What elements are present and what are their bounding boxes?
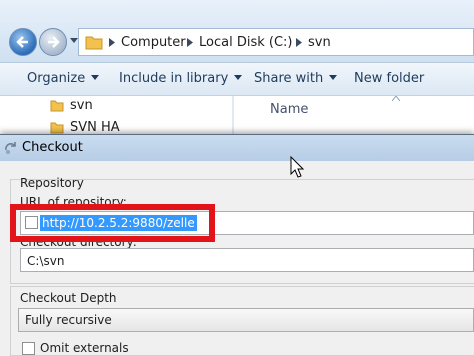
new-folder-button[interactable]: New folder [354, 71, 424, 86]
nav-item-label: svn [70, 98, 93, 113]
breadcrumb-separator-icon [109, 38, 115, 47]
breadcrumb-svn[interactable]: svn [308, 35, 331, 50]
repository-group-label: Repository [20, 176, 84, 190]
svn-checkout-icon [5, 142, 16, 154]
explorer-toolbar: Organize Include in library Share with N… [0, 63, 474, 96]
organize-button[interactable]: Organize [27, 71, 100, 86]
dialog-title: Checkout [22, 140, 83, 155]
breadcrumb-separator-icon [296, 38, 302, 47]
address-bar-area: Computer Local Disk (C:) svn [0, 0, 474, 63]
checkout-directory-value: C:\svn [27, 254, 65, 268]
sort-ascending-icon [392, 96, 400, 101]
omit-externals-checkbox[interactable] [22, 342, 35, 355]
chevron-down-icon [91, 75, 100, 80]
breadcrumb-computer[interactable]: Computer [121, 35, 186, 50]
forward-arrow-icon [48, 36, 60, 48]
address-path-box[interactable]: Computer Local Disk (C:) svn [78, 28, 474, 56]
checkout-depth-select[interactable]: Fully recursive [18, 308, 474, 332]
explorer-window: Computer Local Disk (C:) svn Organize In… [0, 0, 474, 140]
checkout-depth-label: Checkout Depth [20, 291, 117, 305]
folder-icon [50, 100, 64, 112]
share-with-button[interactable]: Share with [254, 71, 338, 86]
recent-pages-dropdown[interactable] [70, 38, 78, 44]
back-button[interactable] [9, 28, 37, 56]
include-in-library-button[interactable]: Include in library [119, 71, 243, 86]
checkout-depth-value: Fully recursive [25, 313, 112, 327]
include-label: Include in library [119, 71, 229, 86]
back-arrow-icon [16, 36, 28, 48]
column-header-name[interactable]: Name [270, 102, 308, 117]
url-checkbox[interactable] [25, 216, 38, 229]
nav-item-svn[interactable]: svn [50, 98, 93, 113]
share-label: Share with [254, 71, 324, 86]
omit-externals-label: Omit externals [40, 341, 129, 355]
folder-icon [50, 122, 64, 134]
chevron-down-icon [234, 75, 243, 80]
organize-label: Organize [27, 71, 86, 86]
highlight-annotation [10, 204, 215, 242]
nav-item-svn-ha[interactable]: SVN HA [50, 120, 120, 135]
chevron-down-icon [329, 75, 338, 80]
mouse-cursor-icon [290, 156, 304, 178]
nav-item-label: SVN HA [70, 120, 120, 135]
checkout-dialog: Checkout Repository URL of repository: h… [0, 134, 474, 356]
checkout-directory-input[interactable]: C:\svn [20, 248, 474, 272]
dialog-titlebar[interactable]: Checkout [0, 135, 474, 161]
folder-icon [85, 36, 103, 50]
breadcrumb-separator-icon [187, 38, 193, 47]
breadcrumb-local-disk[interactable]: Local Disk (C:) [199, 35, 292, 50]
forward-button[interactable] [39, 28, 67, 56]
